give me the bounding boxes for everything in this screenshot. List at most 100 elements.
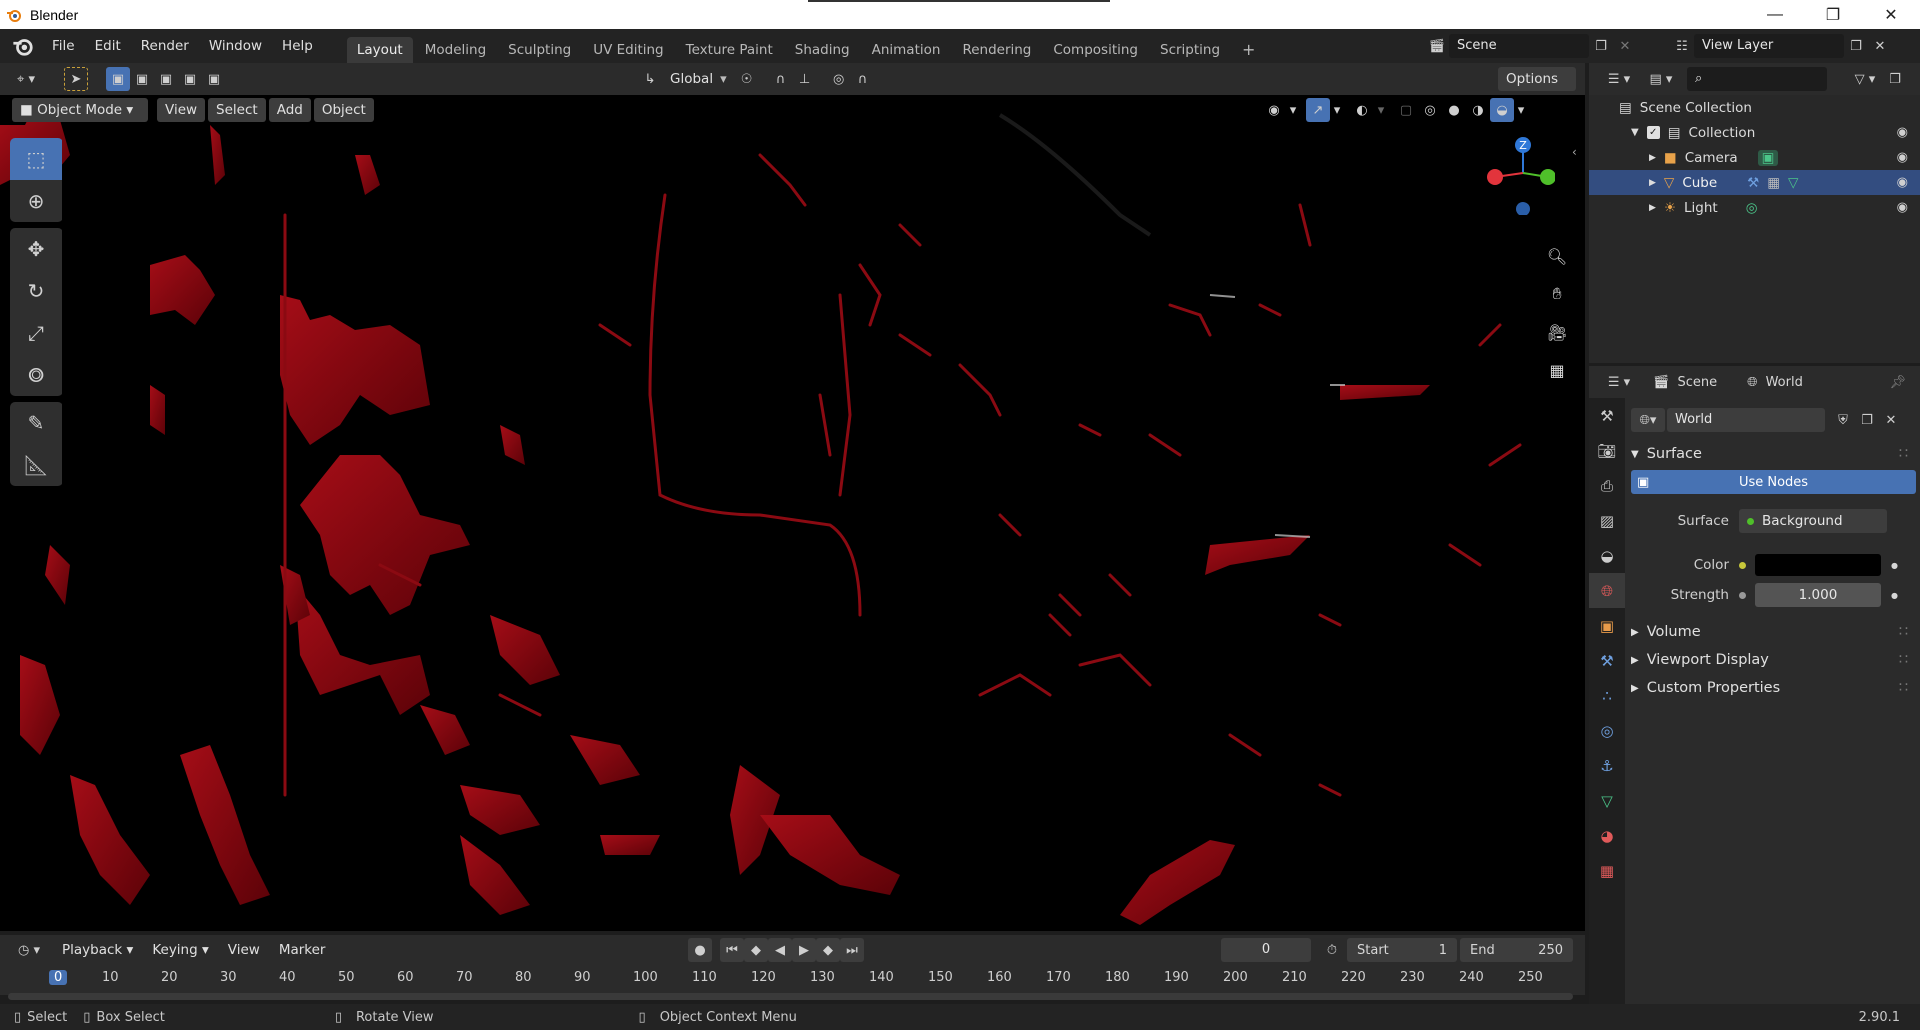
timeline-scrollbar[interactable]	[8, 993, 1573, 1000]
select-box-tool-icon[interactable]: ⬚	[10, 138, 62, 180]
close-window-button[interactable]: ✕	[1862, 0, 1920, 29]
restore-window-button[interactable]: ❐	[1804, 0, 1862, 29]
eye-icon[interactable]: ◉	[1897, 175, 1908, 190]
jump-end-icon[interactable]: ⏭	[840, 938, 864, 962]
display-mode-icon[interactable]: ▤ ▾	[1643, 67, 1679, 91]
delete-scene-icon[interactable]: ✕	[1613, 34, 1637, 58]
scene-browse-icon[interactable]: 🎬︎	[1425, 34, 1449, 58]
timeline-menu-marker[interactable]: Marker	[271, 938, 334, 962]
play-reverse-icon[interactable]: ◀	[768, 938, 792, 962]
chevron-down-icon[interactable]: ▾	[1374, 98, 1388, 122]
overlays-icon[interactable]: ◐	[1350, 98, 1374, 122]
tool-tab-icon[interactable]: ⚒	[1589, 398, 1625, 433]
strength-field[interactable]: 1.000	[1755, 583, 1881, 607]
unlink-world-icon[interactable]: ✕	[1879, 408, 1903, 432]
material-tab-icon[interactable]: ◕	[1589, 818, 1625, 853]
menu-edit[interactable]: Edit	[85, 33, 131, 59]
shading-solid-icon[interactable]: ●	[1442, 98, 1466, 122]
new-scene-icon[interactable]: ❐	[1589, 34, 1613, 58]
proportional-edit-icon[interactable]: ◎	[827, 67, 851, 91]
gizmo-y-axis[interactable]	[1540, 169, 1555, 185]
start-frame-field[interactable]: Start 1	[1347, 938, 1457, 962]
tab-rendering[interactable]: Rendering	[952, 37, 1041, 63]
viewlayer-browse-icon[interactable]: ☷	[1670, 34, 1694, 58]
snap-target-icon[interactable]: ⊥	[793, 67, 817, 91]
end-frame-field[interactable]: End 250	[1460, 938, 1573, 962]
use-nodes-button[interactable]: ▣ Use Nodes	[1631, 470, 1916, 494]
outliner-editor-type-icon[interactable]: ☰ ▾	[1601, 67, 1637, 91]
view-layer-tab-icon[interactable]: ▨	[1589, 503, 1625, 538]
modifier-wrench-icon[interactable]: ⚒	[1747, 175, 1759, 191]
duplicate-world-icon[interactable]: ❐	[1855, 408, 1879, 432]
scene-name-field[interactable]: Scene	[1449, 34, 1589, 58]
scale-tool-icon[interactable]: ⤢	[10, 312, 62, 354]
current-frame-field[interactable]: 0	[1221, 938, 1311, 962]
outliner-item-cube[interactable]: ▶ ▽ Cube ⚒ ▦ ▽ ◉	[1589, 170, 1920, 195]
select-extend-icon[interactable]: ▣	[130, 67, 154, 91]
zoom-view-icon[interactable]: 🔍︎	[1542, 241, 1572, 271]
drag-handle-icon[interactable]: ∷	[1899, 652, 1908, 668]
output-tab-icon[interactable]: ⎙	[1589, 468, 1625, 503]
outliner-item-camera[interactable]: ▶ ■ Camera ▣ ◉	[1589, 145, 1920, 170]
playhead[interactable]: 0	[49, 970, 68, 985]
chevron-down-icon[interactable]: ▾	[1514, 98, 1528, 122]
menu-help[interactable]: Help	[272, 33, 323, 59]
pan-view-hand-icon[interactable]: ✋︎	[1542, 279, 1572, 309]
select-subtract-icon[interactable]: ▣	[154, 67, 178, 91]
tab-scripting[interactable]: Scripting	[1150, 37, 1230, 63]
viewport-menu-add[interactable]: Add	[268, 98, 311, 122]
scene-tab-icon[interactable]: ◒	[1589, 538, 1625, 573]
tab-modeling[interactable]: Modeling	[415, 37, 496, 63]
navigation-gizmo[interactable]: Z	[1475, 135, 1555, 215]
physics-tab-icon[interactable]: ◎	[1589, 713, 1625, 748]
visibility-eye-icon[interactable]: ◉	[1262, 98, 1286, 122]
filter-icon[interactable]: ▽ ▾	[1847, 67, 1883, 91]
new-collection-icon[interactable]: ❐	[1883, 67, 1907, 91]
rotate-tool-icon[interactable]: ↻	[10, 270, 62, 312]
move-tool-icon[interactable]: ✥	[10, 228, 62, 270]
panel-volume-header[interactable]: ▶ Volume ∷	[1631, 618, 1916, 646]
expand-chevron-icon[interactable]: ▶	[1649, 203, 1656, 213]
drag-handle-icon[interactable]: ∷	[1899, 624, 1908, 640]
timeline-menu-playback[interactable]: Playback ▾	[54, 938, 141, 962]
gizmo-x-axis[interactable]	[1487, 169, 1503, 185]
delete-viewlayer-icon[interactable]: ✕	[1868, 34, 1892, 58]
measure-tool-icon[interactable]: 📐︎	[10, 444, 62, 486]
camera-view-icon[interactable]: 🎥︎	[1542, 317, 1572, 347]
world-tab-icon[interactable]: 🌐︎	[1589, 573, 1625, 608]
viewlayer-name-field[interactable]: View Layer	[1694, 34, 1844, 58]
modifier-tab-icon[interactable]: ⚒	[1589, 643, 1625, 678]
material-checker-icon[interactable]: ▦	[1767, 175, 1780, 191]
outliner-scene-collection[interactable]: ▤ Scene Collection	[1589, 95, 1920, 120]
viewport-menu-select[interactable]: Select	[208, 98, 266, 122]
fake-user-shield-icon[interactable]: ⛨	[1831, 408, 1855, 432]
select-intersect-icon[interactable]: ▣	[202, 67, 226, 91]
pin-icon[interactable]: 📌︎	[1889, 375, 1906, 390]
expand-chevron-icon[interactable]: ▼	[1631, 127, 1639, 138]
select-tool-icon[interactable]: ➤	[64, 67, 88, 91]
tab-animation[interactable]: Animation	[862, 37, 951, 63]
gizmo-toggle-icon[interactable]: ↗	[1306, 98, 1330, 122]
constraints-tab-icon[interactable]: ⚓	[1589, 748, 1625, 783]
new-viewlayer-icon[interactable]: ❐	[1844, 34, 1868, 58]
ortho-grid-icon[interactable]: ▦	[1542, 355, 1572, 385]
add-workspace-icon[interactable]: +	[1232, 37, 1265, 63]
xray-toggle-icon[interactable]: ▢	[1394, 98, 1418, 122]
jump-keyframe-back-icon[interactable]: ◆	[744, 938, 768, 962]
object-tab-icon[interactable]: ▣	[1589, 608, 1625, 643]
timeline-menu-keying[interactable]: Keying ▾	[144, 938, 216, 962]
play-icon[interactable]: ▶	[792, 938, 816, 962]
gizmo-neg-z-axis[interactable]	[1516, 202, 1530, 215]
menu-window[interactable]: Window	[199, 33, 272, 59]
tab-shading[interactable]: Shading	[785, 37, 860, 63]
particles-tab-icon[interactable]: ∴	[1589, 678, 1625, 713]
properties-editor-type-icon[interactable]: ☰ ▾	[1601, 370, 1637, 394]
3d-viewport[interactable]: Z 🔍︎ ✋︎ 🎥︎ ▦ ‹	[0, 95, 1585, 931]
render-tab-icon[interactable]: 📷︎	[1589, 433, 1625, 468]
tab-layout[interactable]: Layout	[346, 37, 413, 63]
blender-menu-icon[interactable]	[12, 35, 34, 57]
preview-range-stopwatch-icon[interactable]: ⏱	[1320, 938, 1344, 962]
minimize-window-button[interactable]: —	[1746, 0, 1804, 29]
chevron-down-icon[interactable]: ▾	[1330, 98, 1344, 122]
expand-chevron-icon[interactable]: ▶	[1649, 178, 1656, 188]
